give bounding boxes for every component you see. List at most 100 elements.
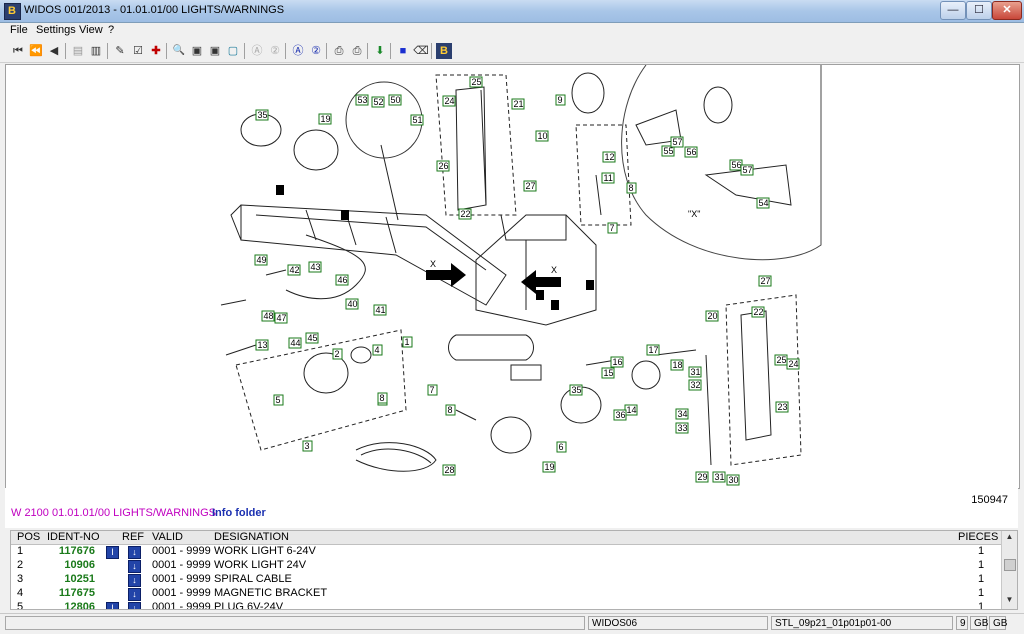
col-designation[interactable]: DESIGNATION — [214, 531, 289, 543]
print-preview-button[interactable]: ⎙ — [349, 43, 365, 59]
callout-53[interactable]: 53 — [355, 94, 369, 106]
callout-11[interactable]: 11 — [601, 172, 615, 184]
callout-24[interactable]: 24 — [442, 95, 456, 107]
table-scrollbar[interactable]: ▲ ▼ — [1001, 531, 1017, 609]
export-button[interactable]: ⬇ — [372, 43, 388, 59]
callout-48[interactable]: 48 — [261, 310, 275, 322]
callout-1[interactable]: 1 — [402, 336, 413, 348]
row-ident-no[interactable]: 12806 — [11, 601, 95, 609]
callout-10[interactable]: 10 — [535, 130, 549, 142]
callout-21[interactable]: 21 — [511, 98, 525, 110]
callout-2[interactable]: 2 — [332, 348, 343, 360]
search-2-disabled-button[interactable]: ② — [267, 43, 283, 59]
callout-6[interactable]: 6 — [556, 441, 567, 453]
callout-23[interactable]: 23 — [775, 401, 789, 413]
callout-15[interactable]: 15 — [601, 367, 615, 379]
callout-24[interactable]: 24 — [786, 358, 800, 370]
callout-47[interactable]: 47 — [274, 312, 288, 324]
title-bar[interactable]: B WIDOS 001/2013 - 01.01.01/00 LIGHTS/WA… — [0, 0, 1024, 23]
callout-56[interactable]: 56 — [684, 146, 698, 158]
callout-5[interactable]: 5 — [273, 394, 284, 406]
callout-25[interactable]: 25 — [774, 354, 788, 366]
callout-22[interactable]: 22 — [458, 208, 472, 220]
table-row[interactable]: 2 10906 ↓ 0001 - 9999 WORK LIGHT 24V 1 — [11, 559, 1001, 573]
callout-36[interactable]: 36 — [613, 409, 627, 421]
callout-28[interactable]: 28 — [442, 464, 456, 476]
menu-view[interactable]: View — [79, 24, 103, 36]
scroll-down-icon[interactable]: ▼ — [1004, 595, 1015, 606]
callout-33[interactable]: 33 — [675, 422, 689, 434]
close-button[interactable]: ✕ — [992, 1, 1022, 20]
prev-page-button[interactable]: ◀ — [46, 43, 62, 59]
col-pieces[interactable]: PIECES — [958, 531, 998, 543]
callout-41[interactable]: 41 — [373, 304, 387, 316]
info-folder-link[interactable]: Info folder — [212, 507, 266, 519]
col-ref[interactable]: REF — [122, 531, 144, 543]
callout-27[interactable]: 27 — [523, 180, 537, 192]
first-page-button[interactable]: ⏮ — [10, 43, 26, 59]
callout-54[interactable]: 54 — [756, 197, 770, 209]
menu-settings[interactable]: Settings — [36, 24, 76, 36]
callout-3[interactable]: 3 — [302, 440, 313, 452]
checklist-button[interactable]: ☑ — [130, 43, 146, 59]
col-pos[interactable]: POS — [17, 531, 40, 543]
callout-35[interactable]: 35 — [255, 109, 269, 121]
callout-7[interactable]: 7 — [427, 384, 438, 396]
info-icon[interactable]: I — [106, 602, 119, 609]
scroll-up-icon[interactable]: ▲ — [1004, 532, 1015, 543]
callout-19[interactable]: 19 — [542, 461, 556, 473]
search-a-disabled-button[interactable]: Ⓐ — [249, 43, 265, 59]
minimize-button[interactable]: — — [940, 1, 966, 20]
callout-57[interactable]: 57 — [670, 136, 684, 148]
callout-13[interactable]: 13 — [255, 339, 269, 351]
callout-22[interactable]: 22 — [751, 306, 765, 318]
select-button[interactable]: ■ — [395, 43, 411, 59]
callout-50[interactable]: 50 — [388, 94, 402, 106]
callout-31[interactable]: 31 — [688, 366, 702, 378]
callout-52[interactable]: 52 — [371, 96, 385, 108]
col-valid[interactable]: VALID — [152, 531, 183, 543]
callout-29[interactable]: 29 — [695, 471, 709, 483]
callout-25[interactable]: 25 — [469, 76, 483, 88]
callout-40[interactable]: 40 — [345, 298, 359, 310]
callout-16[interactable]: 16 — [610, 356, 624, 368]
callout-14[interactable]: 14 — [624, 404, 638, 416]
ref-arrow-icon[interactable]: ↓ — [128, 546, 141, 559]
col-ident[interactable]: IDENT-NO — [47, 531, 100, 543]
ref-arrow-icon[interactable]: ↓ — [128, 560, 141, 573]
maximize-button[interactable]: ☐ — [966, 1, 992, 20]
cart-button[interactable]: ✎ — [112, 43, 128, 59]
table-row[interactable]: 5 12806 I ↓ 0001 - 9999 PLUG 6V-24V 1 — [11, 601, 1001, 609]
table-row[interactable]: 3 10251 ↓ 0001 - 9999 SPIRAL CABLE 1 — [11, 573, 1001, 587]
callout-51[interactable]: 51 — [410, 114, 424, 126]
callout-32[interactable]: 32 — [688, 379, 702, 391]
callout-57[interactable]: 57 — [740, 164, 754, 176]
callout-44[interactable]: 44 — [288, 337, 302, 349]
ref-arrow-icon[interactable]: ↓ — [128, 602, 141, 609]
callout-49[interactable]: 49 — [254, 254, 268, 266]
callout-9[interactable]: 9 — [555, 94, 566, 106]
callout-43[interactable]: 43 — [308, 261, 322, 273]
callout-19[interactable]: 19 — [318, 113, 332, 125]
bookmarks-button[interactable]: ▥ — [88, 43, 104, 59]
page-single-button[interactable]: ▣ — [189, 43, 205, 59]
menu-file[interactable]: File — [10, 24, 28, 36]
callout-20[interactable]: 20 — [705, 310, 719, 322]
info-icon[interactable]: I — [106, 546, 119, 559]
menu-help[interactable]: ? — [108, 24, 114, 36]
print-button[interactable]: ⎙ — [331, 43, 347, 59]
row-ident-no[interactable]: 10251 — [11, 573, 95, 585]
ref-arrow-icon[interactable]: ↓ — [128, 588, 141, 601]
callout-45[interactable]: 45 — [305, 332, 319, 344]
callout-7[interactable]: 7 — [607, 222, 618, 234]
page-double-button[interactable]: ▣ — [207, 43, 223, 59]
bookmark-icon-button[interactable]: ▤ — [70, 43, 86, 59]
row-ident-no[interactable]: 10906 — [11, 559, 95, 571]
frame-button[interactable]: ▢ — [225, 43, 241, 59]
zoom-button[interactable]: 🔍 — [171, 43, 187, 59]
scroll-thumb[interactable] — [1004, 559, 1016, 571]
callout-8[interactable]: 8 — [626, 182, 637, 194]
table-row[interactable]: 1 117676 I ↓ 0001 - 9999 WORK LIGHT 6-24V 1 — [11, 545, 1001, 559]
erase-button[interactable]: ⌫ — [413, 43, 429, 59]
callout-27[interactable]: 27 — [758, 275, 772, 287]
